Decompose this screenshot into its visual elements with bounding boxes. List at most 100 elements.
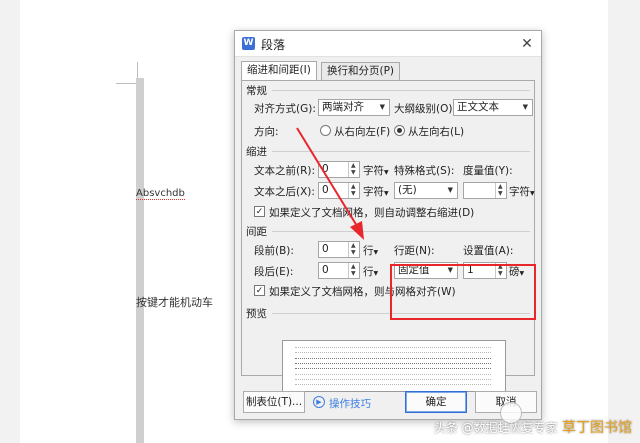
watermark: 头条 @数据蛙恢复专家 草丁图书馆 bbox=[434, 417, 632, 437]
space-after-unit[interactable]: 行▼ bbox=[363, 264, 378, 279]
radio-ltr-label[interactable]: 从左向右(L) bbox=[408, 124, 464, 139]
line-spacing-label: 行距(N): bbox=[394, 245, 435, 257]
special-format-select[interactable]: (无) ▼ bbox=[394, 182, 458, 199]
section-indent: 缩进 bbox=[246, 146, 267, 158]
tab-indent-spacing[interactable]: 缩进和间距(I) bbox=[241, 61, 317, 82]
space-after-label: 段后(E): bbox=[254, 266, 294, 278]
divider bbox=[272, 151, 530, 152]
radio-rtl[interactable] bbox=[320, 125, 331, 136]
paragraph-preview bbox=[282, 340, 506, 392]
chevron-down-icon: ▼ bbox=[447, 186, 453, 194]
chevron-down-icon: ▼ bbox=[384, 190, 389, 197]
auto-adjust-checkbox[interactable]: ✓ bbox=[254, 206, 265, 217]
space-before-value: 0 bbox=[322, 243, 329, 255]
space-after-input[interactable]: 0 ▲ ▼ bbox=[318, 262, 360, 279]
dialog-titlebar[interactable]: W 段落 ✕ bbox=[235, 31, 541, 57]
preview-line bbox=[295, 352, 491, 353]
chevron-up-icon[interactable]: ▲ bbox=[498, 183, 503, 190]
auto-adjust-label[interactable]: 如果定义了文档网格，则自动调整右缩进(D) bbox=[269, 205, 474, 220]
outline-level-label: 大纲级别(O): bbox=[394, 103, 456, 115]
divider bbox=[272, 231, 530, 232]
page-corner-mark bbox=[116, 62, 138, 84]
chevron-down-icon[interactable]: ▼ bbox=[351, 169, 356, 176]
chevron-up-icon[interactable]: ▲ bbox=[351, 183, 356, 190]
chevron-up-icon[interactable]: ▲ bbox=[351, 263, 356, 270]
tab-line-page-breaks[interactable]: 换行和分页(P) bbox=[321, 62, 401, 81]
tips-link[interactable]: 操作技巧 bbox=[329, 396, 371, 411]
alignment-select[interactable]: 两端对齐 ▼ bbox=[318, 99, 390, 116]
indent-after-input[interactable]: 0 ▲ ▼ bbox=[318, 182, 360, 199]
chevron-down-icon: ▼ bbox=[373, 270, 379, 277]
space-before-label: 段前(B): bbox=[254, 245, 294, 257]
red-highlight-box bbox=[390, 264, 536, 320]
spinner-arrows[interactable]: ▲ ▼ bbox=[348, 183, 359, 198]
close-icon[interactable]: ✕ bbox=[517, 34, 537, 54]
indent-before-unit[interactable]: 字符▼ bbox=[363, 163, 389, 178]
preview-line bbox=[295, 347, 491, 348]
set-value-label: 设置值(A): bbox=[463, 245, 514, 257]
measure-label: 度量值(Y): bbox=[463, 165, 513, 177]
unit-text: 字符 bbox=[363, 186, 384, 198]
watermark-source: 头条 @数据蛙恢复专家 bbox=[433, 421, 558, 435]
dialog-title: 段落 bbox=[261, 38, 286, 52]
chevron-down-icon[interactable]: ▼ bbox=[498, 190, 503, 197]
space-after-value: 0 bbox=[322, 264, 329, 276]
chevron-down-icon: ▼ bbox=[384, 169, 389, 176]
special-format-value: (无) bbox=[398, 184, 417, 196]
spinner-arrows[interactable]: ▲ ▼ bbox=[348, 263, 359, 278]
section-general: 常规 bbox=[246, 85, 267, 97]
measure-input[interactable]: ▲ ▼ bbox=[463, 182, 507, 199]
chevron-down-icon[interactable]: ▼ bbox=[351, 249, 356, 256]
indent-after-label: 文本之后(X): bbox=[254, 186, 315, 198]
chevron-down-icon: ▼ bbox=[522, 103, 528, 111]
section-preview: 预览 bbox=[246, 308, 267, 320]
paragraph-selection-bar bbox=[136, 78, 144, 443]
unit-text: 字符 bbox=[363, 165, 384, 177]
tab-stops-button[interactable]: 制表位(T)... bbox=[243, 391, 305, 413]
chevron-down-icon[interactable]: ▼ bbox=[351, 270, 356, 277]
alignment-value: 两端对齐 bbox=[322, 101, 364, 113]
space-before-unit[interactable]: 行▼ bbox=[363, 243, 378, 258]
chevron-up-icon[interactable]: ▲ bbox=[351, 242, 356, 249]
indent-before-value: 0 bbox=[322, 163, 329, 175]
tips-icon[interactable]: ▶ bbox=[313, 396, 325, 408]
spinner-arrows[interactable]: ▲ ▼ bbox=[348, 162, 359, 177]
outline-level-value: 正文文本 bbox=[457, 101, 499, 113]
space-before-input[interactable]: 0 ▲ ▼ bbox=[318, 241, 360, 258]
preview-line bbox=[295, 363, 491, 364]
alignment-label: 对齐方式(G): bbox=[254, 103, 316, 115]
radio-ltr[interactable] bbox=[394, 125, 405, 136]
indent-before-label: 文本之前(R): bbox=[254, 165, 316, 177]
preview-line bbox=[295, 374, 491, 375]
chevron-down-icon: ▼ bbox=[379, 103, 385, 111]
spinner-arrows[interactable]: ▲ ▼ bbox=[348, 242, 359, 257]
wps-app-icon: W bbox=[242, 37, 255, 50]
chevron-down-icon[interactable]: ▼ bbox=[351, 190, 356, 197]
ok-button[interactable]: 确定 bbox=[405, 391, 467, 413]
measure-unit[interactable]: 字符▼ bbox=[509, 184, 535, 199]
tab-panel-indent-spacing: 常规 对齐方式(G): 两端对齐 ▼ 大纲级别(O): 正文文本 ▼ 方向: 从… bbox=[241, 80, 536, 392]
spinner-arrows[interactable]: ▲ ▼ bbox=[495, 183, 506, 198]
outline-level-select[interactable]: 正文文本 ▼ bbox=[453, 99, 533, 116]
indent-after-unit[interactable]: 字符▼ bbox=[363, 184, 389, 199]
indent-before-input[interactable]: 0 ▲ ▼ bbox=[318, 161, 360, 178]
radio-rtl-label[interactable]: 从右向左(F) bbox=[334, 124, 390, 139]
document-text-line[interactable]: 按键才能机动车 bbox=[136, 294, 213, 310]
chevron-up-icon[interactable]: ▲ bbox=[351, 162, 356, 169]
document-text-line[interactable]: Absvchdb bbox=[136, 188, 185, 200]
watermark-brand: 草丁图书馆 bbox=[562, 420, 632, 436]
indent-after-value: 0 bbox=[322, 184, 329, 196]
preview-line bbox=[295, 379, 491, 380]
chevron-down-icon: ▼ bbox=[530, 190, 535, 197]
unit-text: 行 bbox=[363, 266, 374, 278]
divider bbox=[272, 90, 530, 91]
snap-grid-checkbox[interactable]: ✓ bbox=[254, 285, 265, 296]
paragraph-dialog: W 段落 ✕ 缩进和间距(I) 换行和分页(P) 常规 对齐方式(G): 两端对… bbox=[234, 30, 542, 420]
preview-line bbox=[295, 368, 491, 369]
chevron-down-icon: ▼ bbox=[373, 249, 379, 256]
section-spacing: 间距 bbox=[246, 226, 267, 238]
special-format-label: 特殊格式(S): bbox=[394, 165, 455, 177]
preview-line bbox=[295, 358, 491, 359]
unit-text: 字符 bbox=[509, 186, 530, 198]
direction-label: 方向: bbox=[254, 126, 279, 138]
